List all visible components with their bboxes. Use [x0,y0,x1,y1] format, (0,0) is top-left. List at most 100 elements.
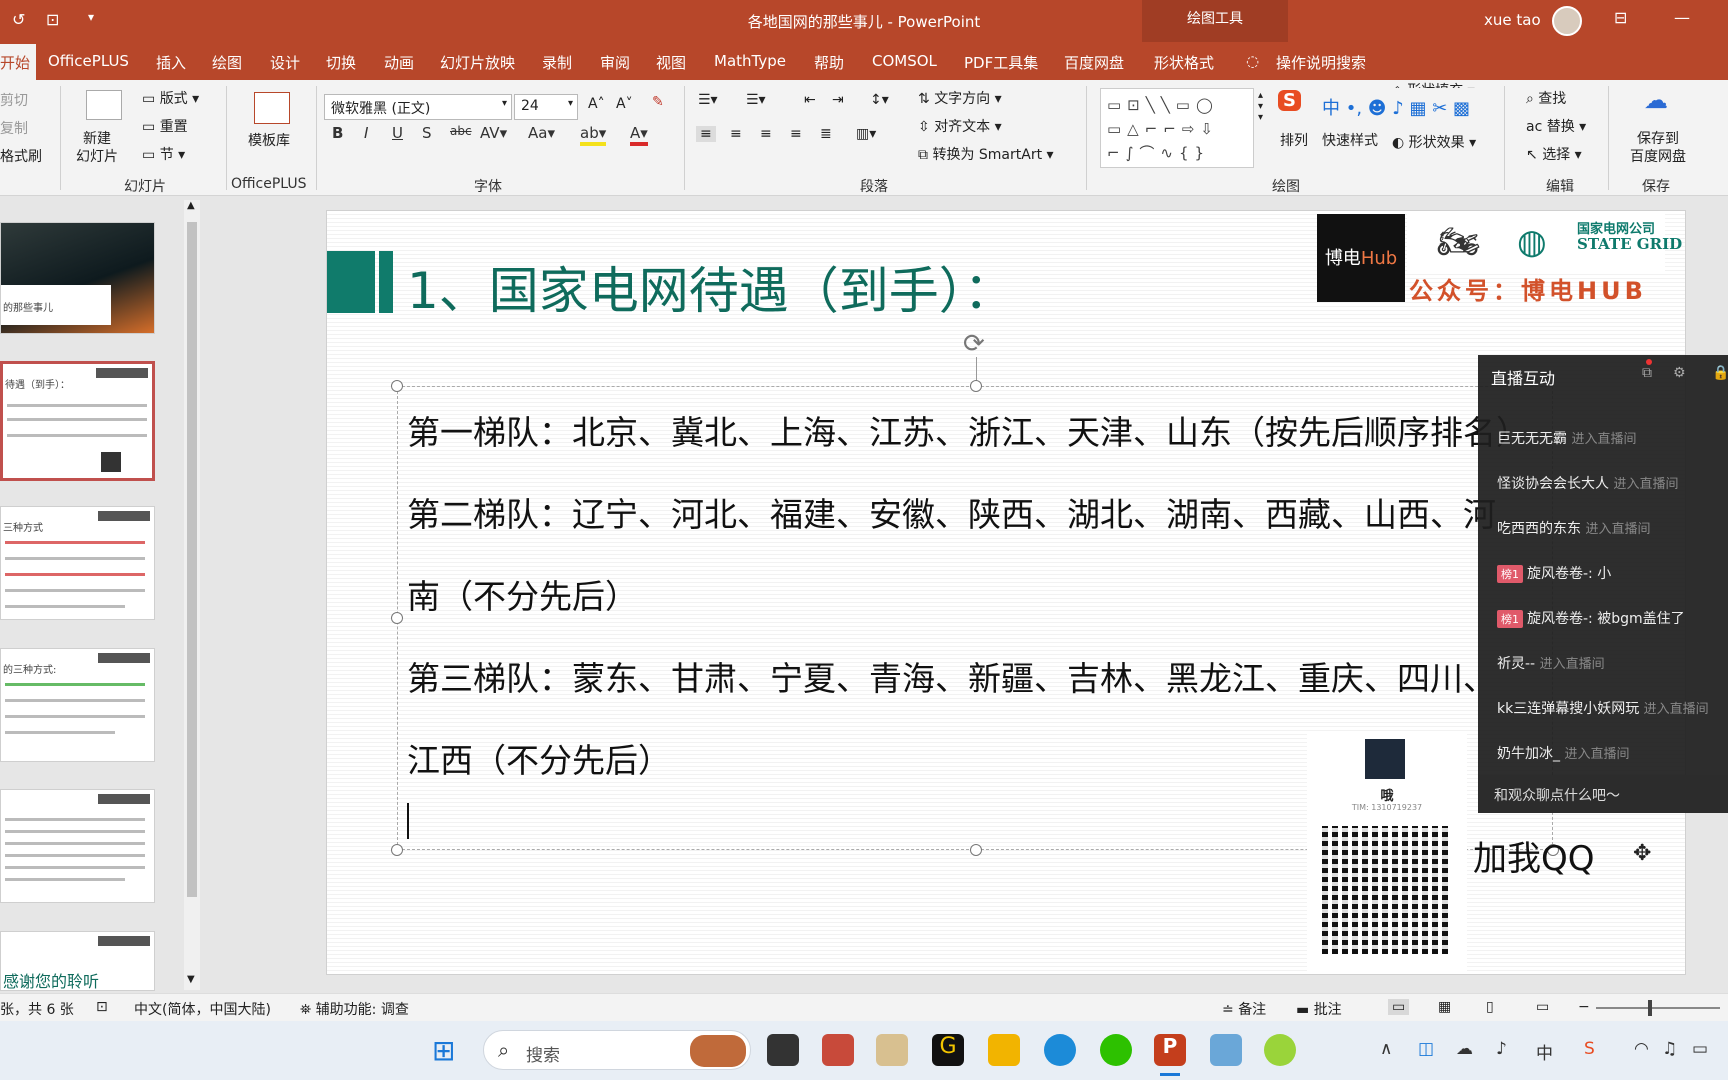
copy-button[interactable]: 复制 [0,118,28,138]
popout-icon[interactable]: ⧉ [1642,365,1652,381]
edge-icon[interactable] [1044,1034,1076,1066]
template-icon[interactable] [254,92,290,124]
zoom-slider[interactable] [1596,1007,1720,1009]
underline-button[interactable]: U [392,124,403,142]
slide-thumbnail-3[interactable]: 三种方式 [0,506,155,620]
body-line-4[interactable]: 第三梯队：蒙东、甘肃、宁夏、青海、新疆、吉林、黑龙江、重庆、四川、 [407,652,1496,700]
tab-insert[interactable]: 插入 [156,52,186,73]
ribbon-display-icon[interactable]: ⊟ [1614,8,1627,27]
shape-effects-button[interactable]: ◐ 形状效果 ▾ [1392,132,1476,152]
arrange-button[interactable]: 排列 [1280,130,1308,150]
save-baidu-button[interactable]: 保存到 百度网盘 [1630,130,1686,166]
scrollbar-thumb[interactable] [187,222,197,897]
tab-home[interactable]: 开始 [0,44,36,80]
align-center-button[interactable]: ≡ [730,126,742,142]
shadow-button[interactable]: S [422,124,432,142]
slideshow-view-icon[interactable]: ▭ [1536,999,1549,1015]
line-spacing-icon[interactable]: ↕▾ [870,92,889,108]
powerpoint-icon[interactable]: P [1154,1034,1186,1066]
tab-record[interactable]: 录制 [542,52,572,73]
task-view-icon[interactable] [767,1034,799,1066]
tab-animations[interactable]: 动画 [384,52,414,73]
layout-button[interactable]: ▭ 版式 ▾ [142,88,199,108]
slide-thumbnail-4[interactable]: 的三种方式: [0,648,155,762]
replace-button[interactable]: ac 替换 ▾ [1526,116,1586,136]
settings-icon[interactable]: ⚙ [1673,365,1686,381]
ime-icon[interactable]: 中 [1536,1039,1553,1064]
new-slide-icon[interactable] [86,90,122,120]
columns-button[interactable]: ▥▾ [856,126,876,142]
scroll-down-icon[interactable]: ▼ [187,974,195,985]
highlight-button[interactable]: ab▾ [580,124,607,146]
section-button[interactable]: ▭ 节 ▾ [142,144,185,164]
body-line-1[interactable]: 第一梯队：北京、冀北、上海、江苏、浙江、天津、山东（按先后顺序排名） [407,406,1529,454]
numbering-icon[interactable]: ☰▾ [746,92,766,108]
strikethrough-button[interactable]: abc [450,124,472,138]
slide-title[interactable]: 1、国家电网待遇（到手）： [407,251,1014,323]
app-icon[interactable] [1264,1034,1296,1066]
italic-button[interactable]: I [364,124,368,142]
tab-draw[interactable]: 绘图 [212,52,242,73]
clear-format-icon[interactable]: ✎ [652,94,664,110]
ime-toolbar[interactable]: S 中 •, ☻ ♪ ▦ ✂ ▩ [1276,88,1516,122]
tab-officeplus[interactable]: OfficePLUS [48,52,129,70]
font-name-select[interactable]: 微软雅黑 (正文) ▾ [324,94,512,120]
shrink-font-icon[interactable]: A˅ [616,96,633,112]
resize-handle[interactable] [391,380,403,392]
file-explorer-icon[interactable] [988,1034,1020,1066]
comments-button[interactable]: ▬ 批注 [1296,999,1342,1019]
shapes-gallery[interactable]: ▭⊡╲╲▭◯ ▭△⌐⌐⇨⇩ ⌐∫⌒∿{} [1100,88,1254,168]
accessibility-status[interactable]: ⛯ 辅助功能: 调查 [300,999,409,1019]
tab-transitions[interactable]: 切换 [326,52,356,73]
resize-handle[interactable] [970,380,982,392]
tab-mathtype[interactable]: MathType [714,52,786,70]
resize-handle[interactable] [391,844,403,856]
decrease-indent-icon[interactable]: ⇤ [804,92,816,108]
find-button[interactable]: ⌕ 查找 [1526,88,1566,108]
reset-button[interactable]: ▭ 重置 [142,116,188,136]
zoom-slider-thumb[interactable] [1648,1000,1652,1016]
bullets-icon[interactable]: ☰▾ [698,92,718,108]
resize-handle[interactable] [970,844,982,856]
slide-sorter-icon[interactable]: ▦ [1438,999,1451,1015]
ime-mode-icon[interactable]: 中 •, ☻ ♪ ▦ ✂ ▩ [1322,94,1470,120]
app-icon[interactable] [1210,1034,1242,1066]
wechat-icon[interactable] [1100,1034,1132,1066]
avatar[interactable] [1552,6,1582,36]
windows-start-icon[interactable]: ⊞ [432,1034,455,1067]
select-button[interactable]: ↖ 选择 ▾ [1526,144,1582,164]
chat-input[interactable]: 和观众聊点什么吧～ [1478,775,1728,813]
slide-thumbnail-6[interactable]: 感谢您的聆听 [0,931,155,991]
justify-button[interactable]: ≡ [790,126,802,142]
quick-styles-button[interactable]: 快速样式 [1322,130,1378,150]
smartart-button[interactable]: ⧉ 转换为 SmartArt ▾ [918,144,1054,164]
tab-slideshow[interactable]: 幻灯片放映 [440,52,515,73]
font-color-button[interactable]: A▾ [630,124,648,146]
slide-thumbnail-1[interactable]: 的那些事儿 [0,222,155,334]
microphone-icon[interactable]: ♪ [1496,1039,1507,1059]
text-direction-button[interactable]: ⇅ 文字方向 ▾ [918,88,1002,108]
app-icon[interactable]: G [932,1034,964,1066]
app-icon[interactable] [822,1034,854,1066]
char-spacing-button[interactable]: AV▾ [480,124,507,142]
scroll-up-icon[interactable]: ▲ [187,200,195,211]
format-painter-button[interactable]: 格式刷 [0,146,42,166]
body-line-3[interactable]: 南（不分先后） [407,570,638,618]
tab-view[interactable]: 视图 [656,52,686,73]
grow-font-icon[interactable]: A˄ [588,96,605,112]
font-size-select[interactable]: 24 ▾ [514,94,578,120]
tray-overflow-icon[interactable]: ∧ [1380,1039,1392,1059]
baidu-cloud-icon[interactable]: ☁ [1644,86,1668,114]
tray-app-icon[interactable]: ◫ [1418,1039,1434,1059]
align-left-button[interactable]: ≡ [696,126,716,142]
bold-button[interactable]: B [332,124,343,142]
tab-pdf[interactable]: PDF工具集 [964,52,1038,73]
notes-button[interactable]: ≐ 备注 [1222,999,1266,1019]
tab-baidu[interactable]: 百度网盘 [1064,52,1124,73]
minimize-icon[interactable]: — [1674,8,1690,27]
language-status[interactable]: 中文(简体，中国大陆) [134,999,271,1019]
thumbnail-scrollbar[interactable]: ▲ ▼ [184,200,200,990]
live-chat-panel[interactable]: 直播互动 ⧉ ⚙ 🔒 巨无无无霸 进入直播间 怪谈协会会长大人 进入直播间 吃西… [1478,355,1728,813]
align-right-button[interactable]: ≡ [760,126,772,142]
rotate-handle-icon[interactable]: ⟳ [963,329,991,359]
